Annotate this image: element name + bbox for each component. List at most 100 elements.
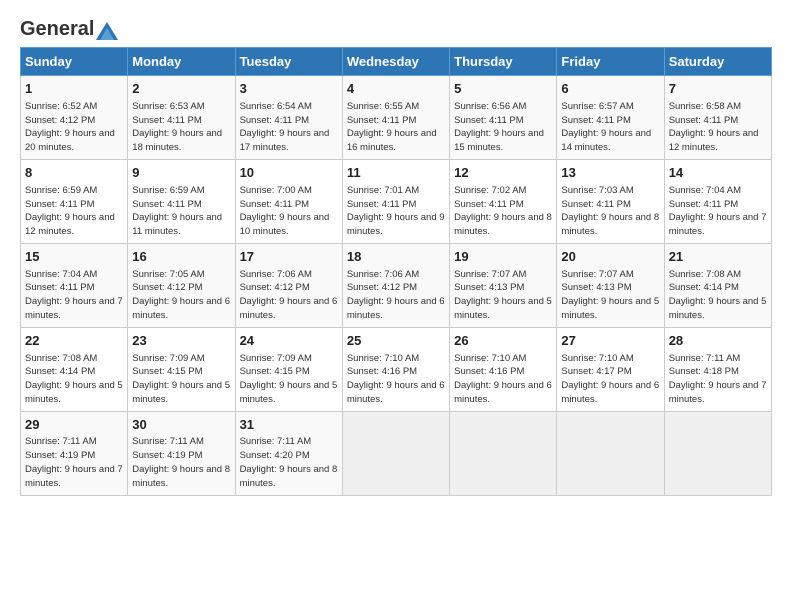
sunrise-label: Sunrise: 7:01 AM bbox=[347, 185, 419, 196]
sunrise-label: Sunrise: 7:06 AM bbox=[347, 269, 419, 280]
daylight-label: Daylight: 9 hours and 5 minutes. bbox=[240, 380, 338, 405]
sunset-label: Sunset: 4:11 PM bbox=[454, 115, 524, 126]
daylight-label: Daylight: 9 hours and 9 minutes. bbox=[347, 212, 445, 237]
table-row: 23 Sunrise: 7:09 AM Sunset: 4:15 PM Dayl… bbox=[128, 327, 235, 411]
daylight-label: Daylight: 9 hours and 7 minutes. bbox=[25, 296, 123, 321]
day-number: 29 bbox=[25, 416, 123, 435]
daylight-label: Daylight: 9 hours and 18 minutes. bbox=[132, 128, 222, 153]
sunrise-label: Sunrise: 7:05 AM bbox=[132, 269, 204, 280]
daylight-label: Daylight: 9 hours and 5 minutes. bbox=[454, 296, 552, 321]
sunrise-label: Sunrise: 7:11 AM bbox=[25, 436, 97, 447]
sunset-label: Sunset: 4:18 PM bbox=[669, 366, 739, 377]
daylight-label: Daylight: 9 hours and 8 minutes. bbox=[561, 212, 659, 237]
day-number: 20 bbox=[561, 248, 659, 267]
day-number: 31 bbox=[240, 416, 338, 435]
calendar-table: Sunday Monday Tuesday Wednesday Thursday… bbox=[20, 47, 772, 496]
sunrise-label: Sunrise: 7:04 AM bbox=[25, 269, 97, 280]
sunrise-label: Sunrise: 7:06 AM bbox=[240, 269, 312, 280]
daylight-label: Daylight: 9 hours and 15 minutes. bbox=[454, 128, 544, 153]
daylight-label: Daylight: 9 hours and 6 minutes. bbox=[347, 380, 445, 405]
calendar-week-row: 8 Sunrise: 6:59 AM Sunset: 4:11 PM Dayli… bbox=[21, 159, 772, 243]
sunrise-label: Sunrise: 7:07 AM bbox=[561, 269, 633, 280]
day-number: 23 bbox=[132, 332, 230, 351]
col-saturday: Saturday bbox=[664, 48, 771, 76]
sunset-label: Sunset: 4:15 PM bbox=[132, 366, 202, 377]
table-row: 8 Sunrise: 6:59 AM Sunset: 4:11 PM Dayli… bbox=[21, 159, 128, 243]
day-number: 6 bbox=[561, 80, 659, 99]
sunset-label: Sunset: 4:11 PM bbox=[561, 115, 631, 126]
calendar-week-row: 15 Sunrise: 7:04 AM Sunset: 4:11 PM Dayl… bbox=[21, 243, 772, 327]
day-number: 30 bbox=[132, 416, 230, 435]
sunrise-label: Sunrise: 6:54 AM bbox=[240, 101, 312, 112]
day-number: 25 bbox=[347, 332, 445, 351]
sunset-label: Sunset: 4:12 PM bbox=[132, 282, 202, 293]
daylight-label: Daylight: 9 hours and 5 minutes. bbox=[25, 380, 123, 405]
day-number: 28 bbox=[669, 332, 767, 351]
daylight-label: Daylight: 9 hours and 10 minutes. bbox=[240, 212, 330, 237]
day-number: 7 bbox=[669, 80, 767, 99]
table-row: 1 Sunrise: 6:52 AM Sunset: 4:12 PM Dayli… bbox=[21, 76, 128, 160]
table-row: 15 Sunrise: 7:04 AM Sunset: 4:11 PM Dayl… bbox=[21, 243, 128, 327]
daylight-label: Daylight: 9 hours and 7 minutes. bbox=[669, 212, 767, 237]
sunset-label: Sunset: 4:14 PM bbox=[25, 366, 95, 377]
table-row: 24 Sunrise: 7:09 AM Sunset: 4:15 PM Dayl… bbox=[235, 327, 342, 411]
sunrise-label: Sunrise: 7:08 AM bbox=[25, 353, 97, 364]
sunset-label: Sunset: 4:12 PM bbox=[240, 282, 310, 293]
day-number: 9 bbox=[132, 164, 230, 183]
sunrise-label: Sunrise: 6:55 AM bbox=[347, 101, 419, 112]
day-number: 2 bbox=[132, 80, 230, 99]
sunrise-label: Sunrise: 6:57 AM bbox=[561, 101, 633, 112]
day-number: 21 bbox=[669, 248, 767, 267]
sunset-label: Sunset: 4:19 PM bbox=[25, 450, 95, 461]
sunset-label: Sunset: 4:11 PM bbox=[25, 199, 95, 210]
daylight-label: Daylight: 9 hours and 20 minutes. bbox=[25, 128, 115, 153]
table-row bbox=[450, 411, 557, 495]
page-header: General bbox=[20, 18, 772, 37]
day-number: 13 bbox=[561, 164, 659, 183]
daylight-label: Daylight: 9 hours and 8 minutes. bbox=[454, 212, 552, 237]
col-sunday: Sunday bbox=[21, 48, 128, 76]
day-number: 11 bbox=[347, 164, 445, 183]
daylight-label: Daylight: 9 hours and 6 minutes. bbox=[454, 380, 552, 405]
table-row: 11 Sunrise: 7:01 AM Sunset: 4:11 PM Dayl… bbox=[342, 159, 449, 243]
day-number: 1 bbox=[25, 80, 123, 99]
sunrise-label: Sunrise: 6:53 AM bbox=[132, 101, 204, 112]
sunrise-label: Sunrise: 6:59 AM bbox=[25, 185, 97, 196]
day-number: 16 bbox=[132, 248, 230, 267]
table-row: 2 Sunrise: 6:53 AM Sunset: 4:11 PM Dayli… bbox=[128, 76, 235, 160]
sunrise-label: Sunrise: 6:58 AM bbox=[669, 101, 741, 112]
day-number: 3 bbox=[240, 80, 338, 99]
calendar-week-row: 29 Sunrise: 7:11 AM Sunset: 4:19 PM Dayl… bbox=[21, 411, 772, 495]
day-number: 15 bbox=[25, 248, 123, 267]
day-number: 4 bbox=[347, 80, 445, 99]
sunrise-label: Sunrise: 7:02 AM bbox=[454, 185, 526, 196]
calendar-week-row: 1 Sunrise: 6:52 AM Sunset: 4:12 PM Dayli… bbox=[21, 76, 772, 160]
daylight-label: Daylight: 9 hours and 14 minutes. bbox=[561, 128, 651, 153]
table-row: 6 Sunrise: 6:57 AM Sunset: 4:11 PM Dayli… bbox=[557, 76, 664, 160]
daylight-label: Daylight: 9 hours and 6 minutes. bbox=[561, 380, 659, 405]
daylight-label: Daylight: 9 hours and 8 minutes. bbox=[132, 464, 230, 489]
daylight-label: Daylight: 9 hours and 16 minutes. bbox=[347, 128, 437, 153]
sunrise-label: Sunrise: 7:09 AM bbox=[132, 353, 204, 364]
table-row: 5 Sunrise: 6:56 AM Sunset: 4:11 PM Dayli… bbox=[450, 76, 557, 160]
sunset-label: Sunset: 4:12 PM bbox=[347, 282, 417, 293]
calendar-week-row: 22 Sunrise: 7:08 AM Sunset: 4:14 PM Dayl… bbox=[21, 327, 772, 411]
logo-general: General bbox=[20, 18, 94, 41]
sunset-label: Sunset: 4:11 PM bbox=[132, 199, 202, 210]
sunset-label: Sunset: 4:11 PM bbox=[240, 199, 310, 210]
sunset-label: Sunset: 4:11 PM bbox=[454, 199, 524, 210]
table-row: 3 Sunrise: 6:54 AM Sunset: 4:11 PM Dayli… bbox=[235, 76, 342, 160]
sunrise-label: Sunrise: 7:07 AM bbox=[454, 269, 526, 280]
daylight-label: Daylight: 9 hours and 7 minutes. bbox=[669, 380, 767, 405]
day-number: 8 bbox=[25, 164, 123, 183]
col-friday: Friday bbox=[557, 48, 664, 76]
day-number: 5 bbox=[454, 80, 552, 99]
sunset-label: Sunset: 4:16 PM bbox=[347, 366, 417, 377]
table-row: 31 Sunrise: 7:11 AM Sunset: 4:20 PM Dayl… bbox=[235, 411, 342, 495]
table-row: 7 Sunrise: 6:58 AM Sunset: 4:11 PM Dayli… bbox=[664, 76, 771, 160]
sunrise-label: Sunrise: 7:00 AM bbox=[240, 185, 312, 196]
sunrise-label: Sunrise: 7:09 AM bbox=[240, 353, 312, 364]
table-row: 10 Sunrise: 7:00 AM Sunset: 4:11 PM Dayl… bbox=[235, 159, 342, 243]
sunset-label: Sunset: 4:15 PM bbox=[240, 366, 310, 377]
table-row: 22 Sunrise: 7:08 AM Sunset: 4:14 PM Dayl… bbox=[21, 327, 128, 411]
